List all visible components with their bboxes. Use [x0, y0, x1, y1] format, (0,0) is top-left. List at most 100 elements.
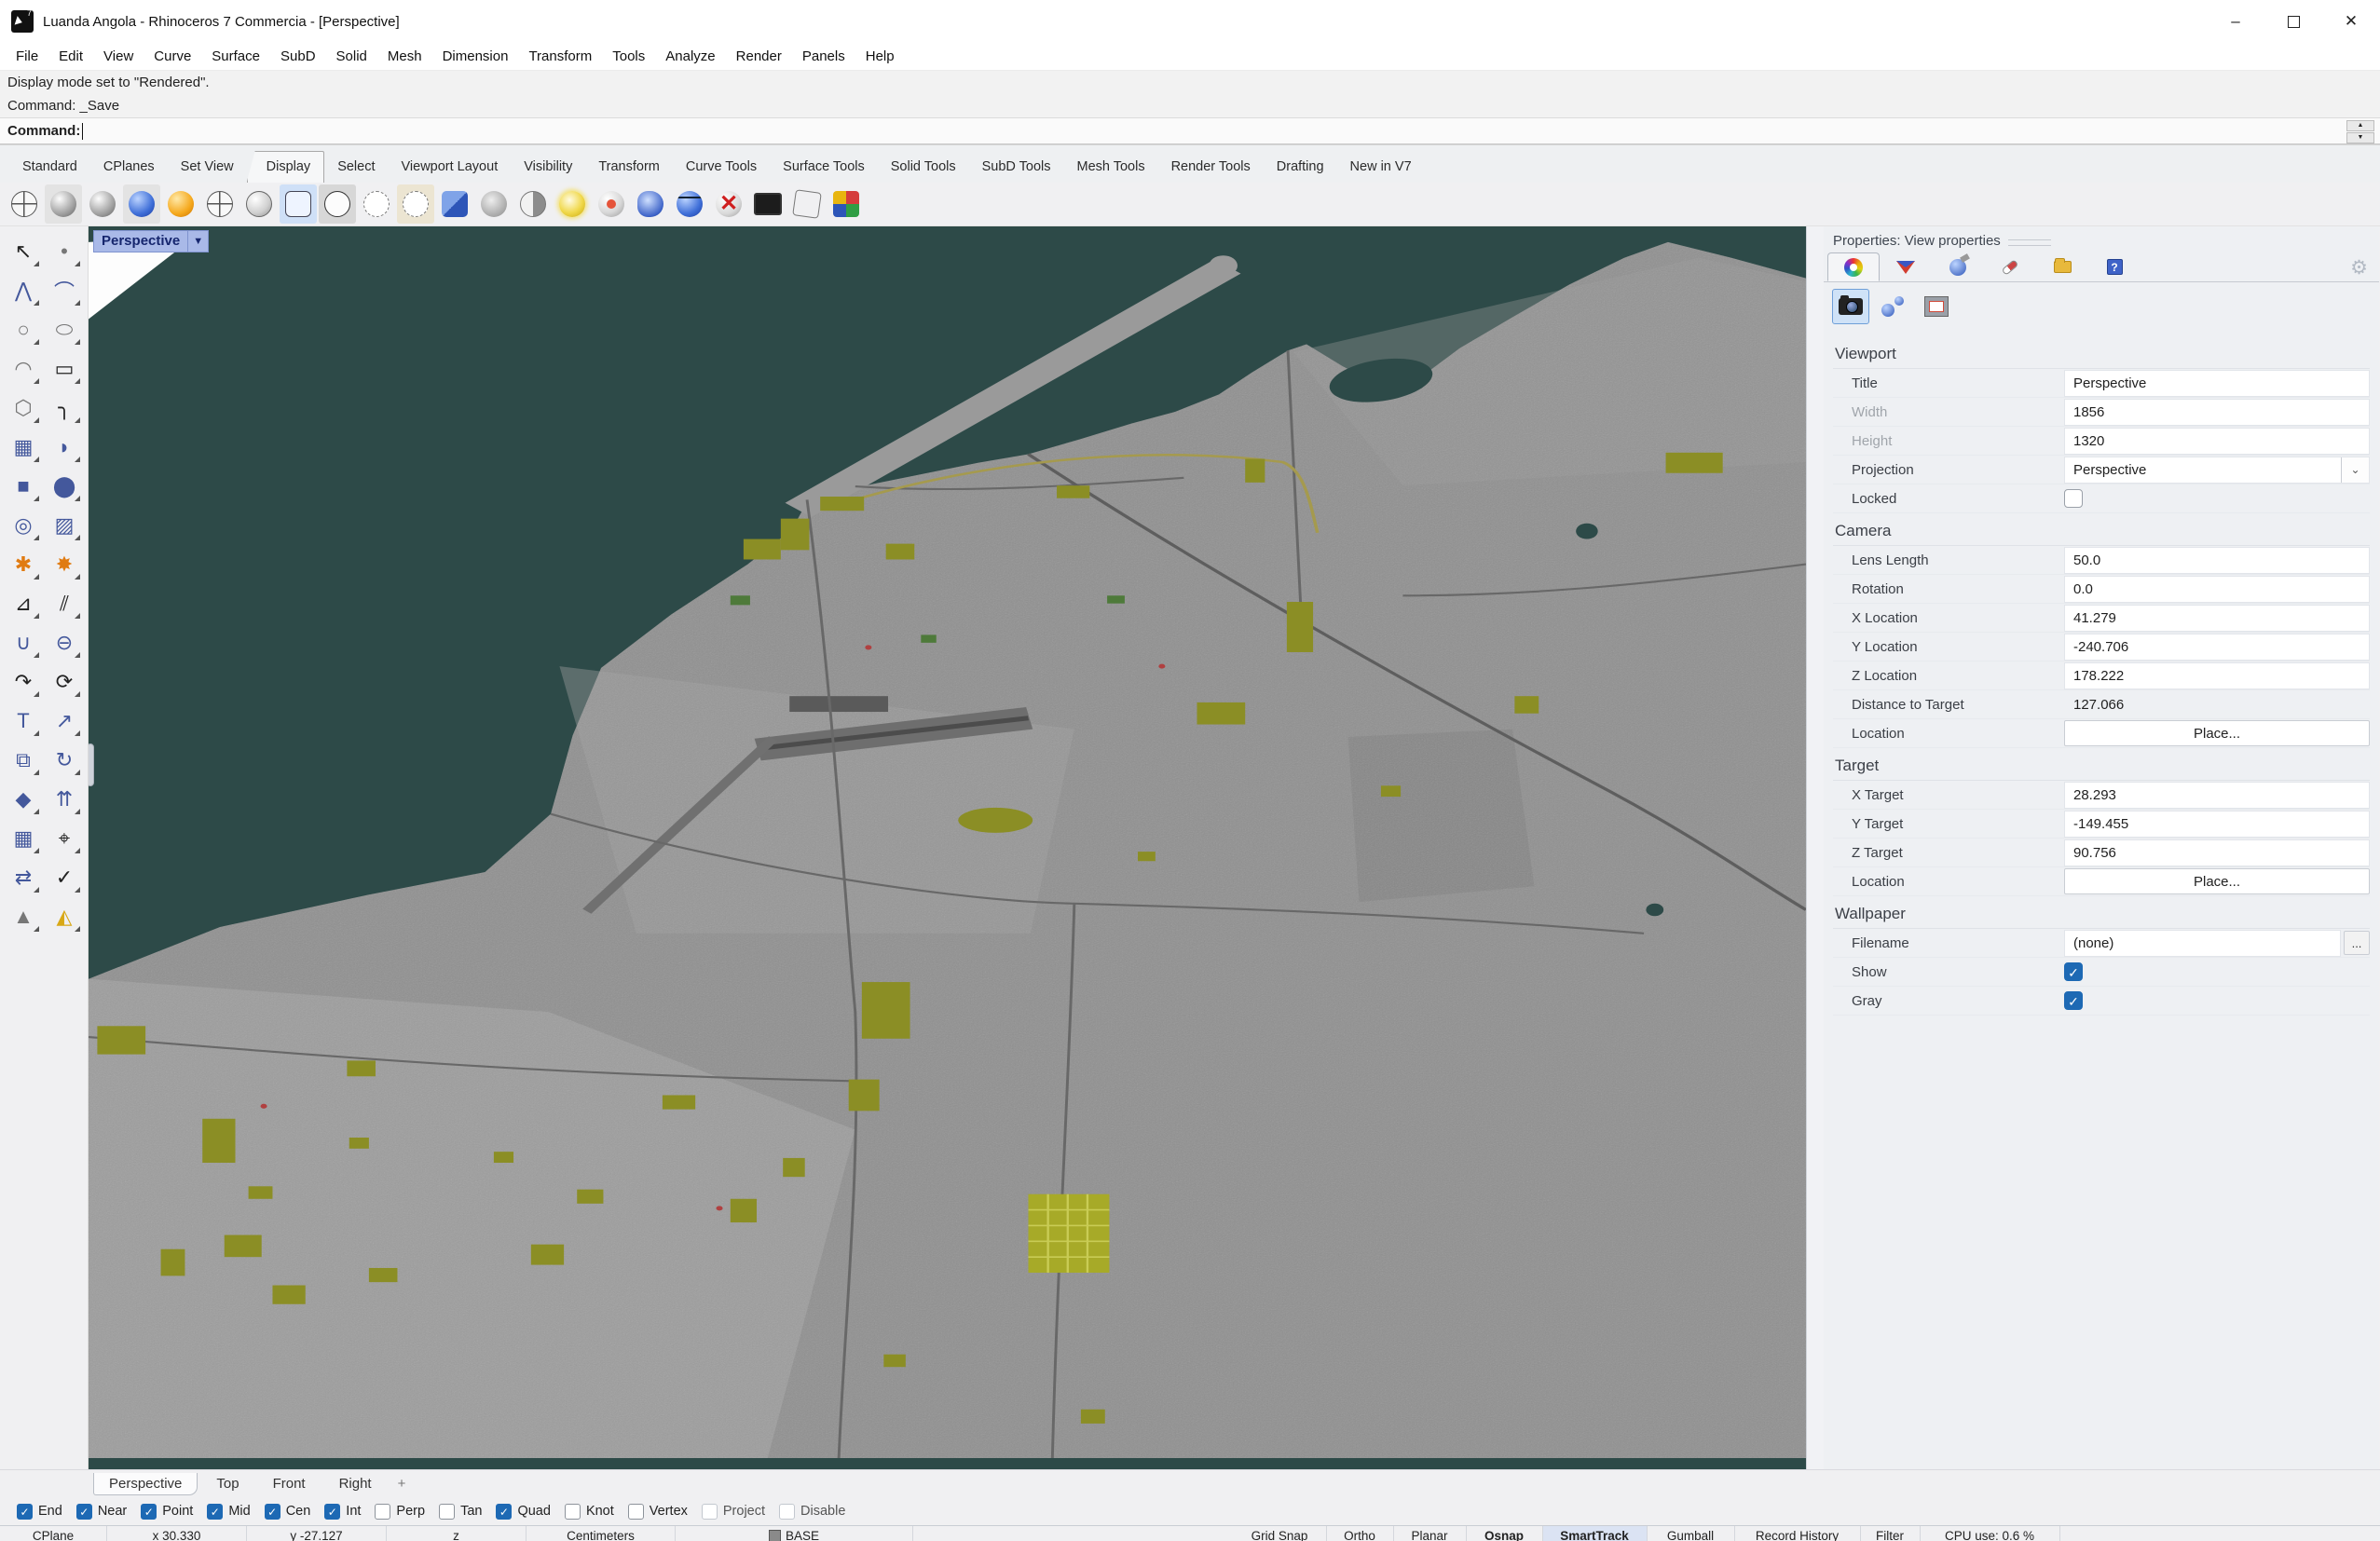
- status-cpu-use-0-6-[interactable]: CPU use: 0.6 %: [1921, 1526, 2060, 1541]
- sphere-icon[interactable]: ⬤: [44, 467, 85, 506]
- property-value-field[interactable]: Perspective: [2064, 370, 2370, 397]
- tab-select[interactable]: Select: [324, 152, 388, 183]
- property-value-field[interactable]: 1320: [2064, 428, 2370, 455]
- menu-subd[interactable]: SubD: [270, 43, 326, 71]
- menu-surface[interactable]: Surface: [201, 43, 270, 71]
- property-value-field[interactable]: 41.279: [2064, 605, 2370, 632]
- frame-subtab[interactable]: [1918, 289, 1955, 324]
- viewport-tab-front[interactable]: Front: [258, 1473, 321, 1494]
- libraries-tab[interactable]: [2036, 252, 2088, 281]
- camera-lens-icon[interactable]: [632, 184, 669, 224]
- point-icon[interactable]: •: [44, 232, 85, 271]
- chevron-down-icon[interactable]: ⌄: [2341, 457, 2369, 483]
- twisted-surface-icon[interactable]: ▨: [44, 506, 85, 545]
- tab-curve-tools[interactable]: Curve Tools: [673, 152, 770, 183]
- pyramid-icon[interactable]: ◭: [44, 897, 85, 936]
- status-record-history[interactable]: Record History: [1735, 1526, 1861, 1541]
- osnap-tan-checkbox[interactable]: [439, 1504, 455, 1520]
- status-planar[interactable]: Planar: [1394, 1526, 1467, 1541]
- status-grid-snap[interactable]: Grid Snap: [1234, 1526, 1327, 1541]
- tab-new-in-v7[interactable]: New in V7: [1337, 152, 1425, 183]
- status-ortho[interactable]: Ortho: [1327, 1526, 1394, 1541]
- osnap-disable-checkbox[interactable]: [779, 1504, 795, 1520]
- chevron-down-icon[interactable]: ▼: [187, 231, 208, 252]
- tab-surface-tools[interactable]: Surface Tools: [770, 152, 878, 183]
- rectangle-icon[interactable]: ▭: [44, 349, 85, 389]
- tab-drafting[interactable]: Drafting: [1264, 152, 1337, 183]
- no-clipping-icon[interactable]: [710, 184, 747, 224]
- cone-icon[interactable]: ▲: [3, 897, 44, 936]
- locked-checkbox[interactable]: [2064, 489, 2083, 508]
- boolean-difference-icon[interactable]: ⊖: [44, 623, 85, 662]
- menu-edit[interactable]: Edit: [48, 43, 93, 71]
- curve-icon[interactable]: ⌒: [44, 271, 85, 310]
- monitor-display-icon[interactable]: [749, 184, 786, 224]
- close-button[interactable]: ✕: [2322, 0, 2380, 43]
- color-cube-icon[interactable]: [828, 184, 865, 224]
- solid-union-icon[interactable]: ◆: [3, 780, 44, 819]
- menu-solid[interactable]: Solid: [326, 43, 377, 71]
- status-gumball[interactable]: Gumball: [1648, 1526, 1735, 1541]
- viewport-tab-top[interactable]: Top: [201, 1473, 253, 1494]
- properties-tab[interactable]: [1827, 252, 1880, 281]
- gray-checkbox[interactable]: [2064, 991, 2083, 1010]
- osnap-near[interactable]: Near: [76, 1504, 127, 1520]
- panel-grab-handle[interactable]: [2008, 239, 2051, 246]
- osnap-mid[interactable]: Mid: [207, 1504, 250, 1520]
- osnap-cen[interactable]: Cen: [265, 1504, 311, 1520]
- boolean-union-icon[interactable]: ∪: [3, 623, 44, 662]
- plugins-puzzle-icon[interactable]: ✱: [3, 545, 44, 584]
- layer-cell[interactable]: BASE: [676, 1526, 913, 1541]
- tab-transform[interactable]: Transform: [585, 152, 673, 183]
- menu-file[interactable]: File: [6, 43, 48, 71]
- menu-tools[interactable]: Tools: [602, 43, 655, 71]
- align-icon[interactable]: ⌖: [44, 819, 85, 858]
- property-value-field[interactable]: 28.293: [2064, 782, 2370, 809]
- projection-dropdown[interactable]: Perspective⌄: [2064, 457, 2370, 484]
- osnap-project-checkbox[interactable]: [702, 1504, 718, 1520]
- property-value-field[interactable]: 90.756: [2064, 839, 2370, 866]
- rotate-icon[interactable]: ↻: [44, 741, 85, 780]
- menu-transform[interactable]: Transform: [518, 43, 602, 71]
- osnap-vertex[interactable]: Vertex: [628, 1504, 688, 1520]
- osnap-end-checkbox[interactable]: [17, 1504, 33, 1520]
- viewport-tab-perspective[interactable]: Perspective: [93, 1473, 198, 1495]
- osnap-near-checkbox[interactable]: [76, 1504, 92, 1520]
- menu-mesh[interactable]: Mesh: [377, 43, 432, 71]
- osnap-perp[interactable]: Perp: [375, 1504, 425, 1520]
- osnap-quad-checkbox[interactable]: [496, 1504, 512, 1520]
- arc-icon[interactable]: ◠: [3, 349, 44, 389]
- status-y-27-127[interactable]: y -27.127: [247, 1526, 387, 1541]
- ghosted-display-icon[interactable]: [162, 184, 199, 224]
- tab-display[interactable]: Display: [247, 151, 325, 183]
- osnap-int[interactable]: Int: [324, 1504, 361, 1520]
- property-value-field[interactable]: -240.706: [2064, 634, 2370, 661]
- command-prompt[interactable]: Command: ▲ ▼: [0, 117, 2380, 144]
- osnap-disable[interactable]: Disable: [779, 1504, 845, 1520]
- text-icon[interactable]: T: [3, 702, 44, 741]
- curve-blend-icon[interactable]: ↷: [3, 662, 44, 702]
- osnap-int-checkbox[interactable]: [324, 1504, 340, 1520]
- glow-sphere-icon[interactable]: [554, 184, 591, 224]
- osnap-tan[interactable]: Tan: [439, 1504, 482, 1520]
- monochrome-display-icon[interactable]: [84, 184, 121, 224]
- tab-viewport-layout[interactable]: Viewport Layout: [389, 152, 512, 183]
- toolbar-splitter-grip[interactable]: [89, 743, 94, 786]
- menu-help[interactable]: Help: [855, 43, 905, 71]
- copy-icon[interactable]: ⧉: [3, 741, 44, 780]
- trim-icon[interactable]: ⊿: [3, 584, 44, 623]
- orient-icon[interactable]: ⇄: [3, 858, 44, 897]
- status-cplane[interactable]: CPlane: [0, 1526, 107, 1541]
- osnap-perp-checkbox[interactable]: [375, 1504, 390, 1520]
- maximize-button[interactable]: [2264, 0, 2322, 43]
- rendered-display-icon[interactable]: [123, 184, 160, 224]
- box-icon[interactable]: ■: [3, 467, 44, 506]
- xray-display-icon[interactable]: [201, 184, 239, 224]
- minimize-button[interactable]: –: [2207, 0, 2264, 43]
- sketch-display-icon[interactable]: [358, 184, 395, 224]
- osnap-point[interactable]: Point: [141, 1504, 193, 1520]
- menu-analyze[interactable]: Analyze: [655, 43, 725, 71]
- status-filter[interactable]: Filter: [1861, 1526, 1921, 1541]
- menu-dimension[interactable]: Dimension: [432, 43, 519, 71]
- wireframe-display-icon[interactable]: [6, 184, 43, 224]
